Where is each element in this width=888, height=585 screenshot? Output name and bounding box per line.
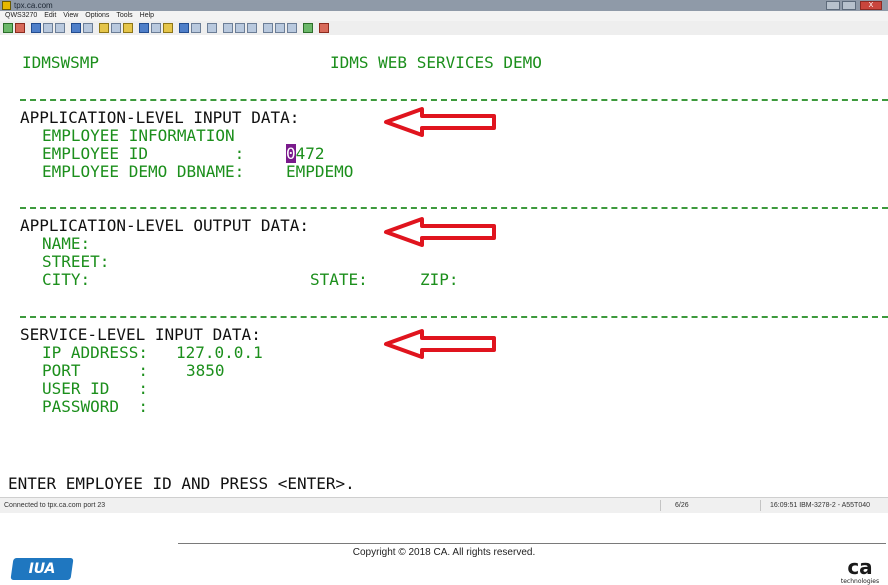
city-label: CITY: <box>42 270 91 289</box>
street-label: STREET: <box>42 252 110 271</box>
close-icon: X <box>868 2 874 9</box>
refresh-icon[interactable] <box>303 23 313 33</box>
save-icon[interactable] <box>43 23 53 33</box>
employee-info-subheading: EMPLOYEE INFORMATION <box>42 126 235 145</box>
warning-icon[interactable] <box>163 23 173 33</box>
copyright-text: Copyright © 2018 CA. All rights reserved… <box>352 547 536 558</box>
input-section-heading: APPLICATION-LEVEL INPUT DATA: <box>20 108 300 127</box>
print-icon[interactable] <box>55 23 65 33</box>
tab-forward-icon[interactable] <box>247 23 257 33</box>
dbname-field[interactable]: EMPDEMO <box>286 163 353 181</box>
status-separator <box>760 500 761 511</box>
status-bar: Connected to tpx.ca.com port 23 6/26 16:… <box>0 497 888 513</box>
paste-icon[interactable] <box>99 23 109 33</box>
iua-logo: IUA <box>10 558 74 580</box>
employee-id-label: EMPLOYEE ID : <box>42 144 245 163</box>
cursor-position: 6/26 <box>675 502 689 509</box>
menu-item-help[interactable]: Help <box>140 12 154 19</box>
port-label: PORT : <box>42 361 148 380</box>
clipboard-icon[interactable] <box>111 23 121 33</box>
keyboard-icon[interactable] <box>139 23 149 33</box>
menu-item-edit[interactable]: Edit <box>44 12 56 19</box>
close-button[interactable]: X <box>860 1 882 10</box>
service-section-heading: SERVICE-LEVEL INPUT DATA: <box>20 325 261 344</box>
folder-icon[interactable] <box>123 23 133 33</box>
transfer-icon[interactable] <box>179 23 189 33</box>
terminal-cursor: 0 <box>286 144 296 163</box>
state-label: STATE: <box>310 270 368 289</box>
menu-item-options[interactable]: Options <box>85 12 109 19</box>
footer-divider <box>178 543 886 544</box>
output-section-heading: APPLICATION-LEVEL OUTPUT DATA: <box>20 216 309 235</box>
program-id: IDMSWSMP <box>22 53 100 72</box>
new-session-icon[interactable] <box>31 23 41 33</box>
maximize-button[interactable] <box>842 1 856 10</box>
port-field[interactable]: 3850 <box>186 362 225 380</box>
annotation-arrow-icon <box>384 217 496 247</box>
tab-back-icon[interactable] <box>235 23 245 33</box>
menu-item-qws3270[interactable]: QWS3270 <box>5 12 37 19</box>
section-divider <box>20 316 888 318</box>
app-icon <box>2 1 11 10</box>
connect-icon[interactable] <box>3 23 13 33</box>
employee-id-field[interactable]: 0472 <box>286 144 325 163</box>
annotation-arrow-icon <box>384 329 496 359</box>
connection-status: Connected to tpx.ca.com port 23 <box>4 502 106 509</box>
home-icon[interactable] <box>207 23 217 33</box>
session-info: 16:09:51 IBM-3278-2 - A55T040 <box>770 502 871 509</box>
ca-logo-text: ca <box>847 557 872 579</box>
screen-icon[interactable] <box>71 23 81 33</box>
screen-title: IDMS WEB SERVICES DEMO <box>330 53 542 72</box>
window-title-bar: tpx.ca.com X <box>0 0 888 11</box>
zip-label: ZIP: <box>420 270 459 289</box>
prompt-message: ENTER EMPLOYEE ID AND PRESS <ENTER>. <box>8 474 355 493</box>
copy-icon[interactable] <box>83 23 93 33</box>
iua-logo-text: IUA <box>28 561 56 577</box>
pf1-icon[interactable] <box>263 23 273 33</box>
ca-logo-subtext: technologies <box>841 578 879 585</box>
ip-address-label: IP ADDRESS: <box>42 343 148 362</box>
name-label: NAME: <box>42 234 91 253</box>
section-divider <box>20 99 888 101</box>
disconnect-icon[interactable] <box>15 23 25 33</box>
ip-address-field[interactable]: 127.0.0.1 <box>176 344 263 362</box>
menu-bar: QWS3270 Edit View Options Tools Help <box>0 11 888 21</box>
menu-item-view[interactable]: View <box>63 12 78 19</box>
enter-key-icon[interactable] <box>223 23 233 33</box>
send-icon[interactable] <box>191 23 201 33</box>
terminal-screen[interactable]: IDMSWSMP IDMS WEB SERVICES DEMO APPLICAT… <box>0 35 888 497</box>
minimize-button[interactable] <box>826 1 840 10</box>
menu-item-tools[interactable]: Tools <box>116 12 132 19</box>
section-divider <box>20 207 888 209</box>
employee-id-value: 472 <box>295 144 325 163</box>
window-title: tpx.ca.com <box>14 1 53 10</box>
annotation-arrow-icon <box>384 107 496 137</box>
user-id-label: USER ID : <box>42 379 148 398</box>
password-label: PASSWORD : <box>42 397 148 416</box>
record-icon[interactable] <box>319 23 329 33</box>
toolbar <box>0 21 888 36</box>
ca-technologies-logo: ca technologies <box>841 557 879 585</box>
pf2-icon[interactable] <box>275 23 285 33</box>
pf3-icon[interactable] <box>287 23 297 33</box>
dbname-label: EMPLOYEE DEMO DBNAME: <box>42 162 245 181</box>
macro-icon[interactable] <box>151 23 161 33</box>
status-separator <box>660 500 661 511</box>
